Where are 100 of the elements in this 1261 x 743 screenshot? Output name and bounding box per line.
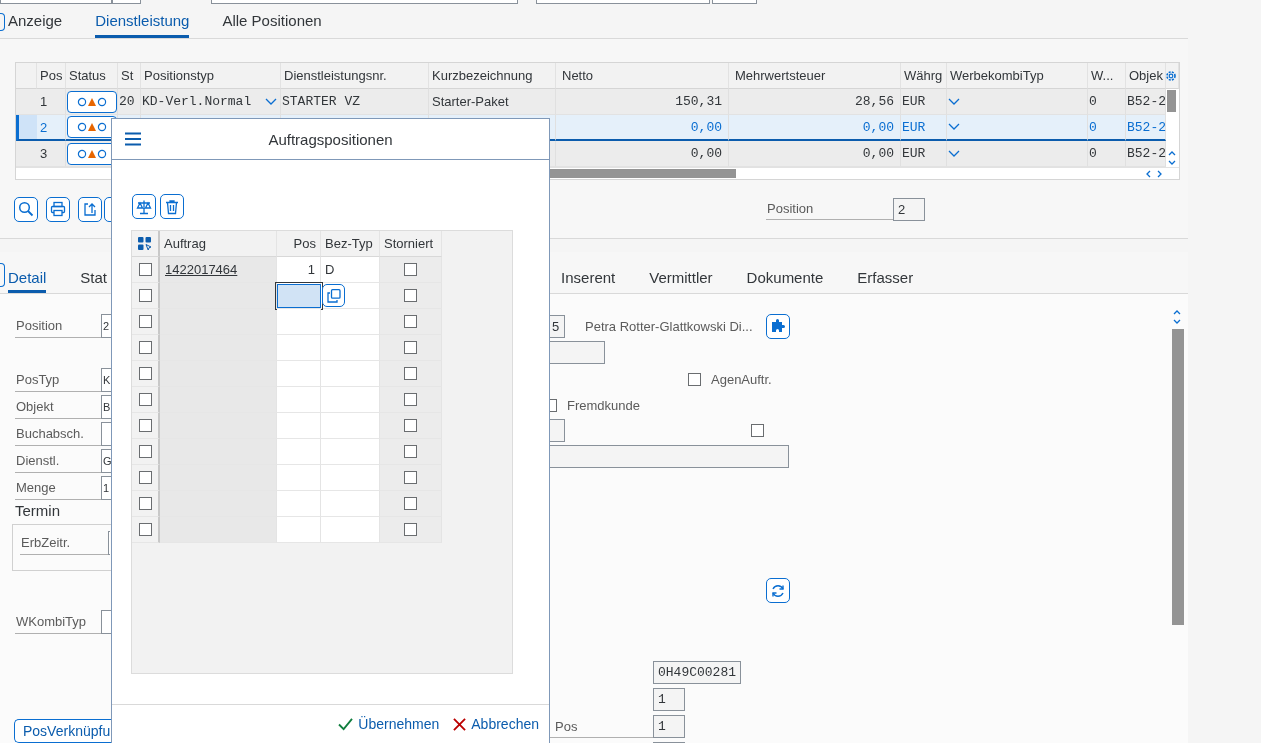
row-checkbox[interactable] [138, 445, 152, 458]
row-checkbox[interactable] [138, 523, 152, 536]
row-checkbox[interactable] [138, 367, 152, 380]
column-header[interactable]: Währg [901, 63, 947, 89]
vertical-scrollbar[interactable] [1166, 89, 1179, 167]
export-button[interactable] [78, 196, 102, 222]
pos-field[interactable]: 1 [653, 715, 685, 738]
column-header[interactable]: Netto [556, 63, 729, 89]
column-header[interactable]: Objek [1126, 63, 1166, 89]
tab[interactable]: Vermittler [649, 264, 713, 293]
checkbox[interactable] [404, 315, 417, 328]
export-icon [82, 201, 98, 217]
refresh-button[interactable] [766, 578, 790, 603]
row-checkbox[interactable] [138, 393, 152, 406]
settings-icon[interactable] [1165, 69, 1177, 82]
dropdown-chevron-icon[interactable] [265, 97, 277, 106]
dropdown-field[interactable] [947, 115, 1088, 141]
checkbox[interactable] [404, 289, 417, 302]
column-header[interactable]: Positionstyp [141, 63, 281, 89]
column-header[interactable]: Pos [277, 231, 321, 257]
tab[interactable]: Dokumente [746, 264, 824, 293]
row-checkbox[interactable] [138, 419, 152, 432]
checkbox[interactable] [688, 373, 701, 386]
checkbox[interactable] [404, 341, 417, 354]
input-field[interactable] [101, 610, 111, 634]
row-checkbox[interactable] [138, 315, 152, 328]
select-all-icon[interactable] [138, 236, 152, 251]
code-field[interactable]: 0H49C00281 [653, 661, 741, 684]
column-header[interactable]: Mehrwertsteuer [729, 63, 901, 89]
tab[interactable]: Anzeige [8, 6, 63, 38]
checkbox[interactable] [404, 393, 417, 406]
tab[interactable]: Stat [80, 264, 108, 293]
row-checkbox[interactable] [138, 471, 152, 484]
zoom-button[interactable] [14, 196, 38, 222]
checkbox[interactable] [751, 424, 764, 437]
menu-icon[interactable] [125, 132, 141, 146]
table-cell: 1 [37, 89, 66, 115]
column-header[interactable]: Auftrag [160, 231, 277, 257]
tab-scroll-button[interactable] [0, 13, 5, 31]
column-header[interactable]: Pos [37, 63, 66, 89]
input-field[interactable] [550, 445, 789, 468]
checkbox-label: AgenAuftr. [711, 372, 772, 387]
checkbox[interactable] [550, 399, 557, 412]
balance-button[interactable] [132, 194, 156, 219]
table-cell: 0 [1088, 115, 1126, 141]
accept-button[interactable]: Übernehmen [338, 716, 440, 732]
column-header[interactable]: St [118, 63, 141, 89]
copy-button[interactable] [322, 284, 345, 307]
scroll-thumb[interactable] [1172, 329, 1184, 625]
puzzle-button[interactable] [766, 313, 790, 339]
checkbox[interactable] [404, 471, 417, 484]
column-header[interactable]: W... [1088, 63, 1126, 89]
row-checkbox[interactable] [138, 289, 152, 302]
column-header[interactable]: Kurzbezeichnung [429, 63, 556, 89]
dropdown-chevron-icon[interactable] [948, 97, 960, 106]
inserent-number-field[interactable]: 5 [550, 314, 565, 338]
input-field[interactable] [101, 422, 111, 446]
checkbox[interactable] [404, 263, 417, 276]
dropdown-chevron-icon[interactable] [948, 149, 960, 158]
table-cell: 20 [118, 89, 141, 115]
column-header[interactable]: Status [66, 63, 118, 89]
dropdown-chevron-icon[interactable] [948, 123, 960, 131]
refresh-icon [770, 582, 786, 599]
checkbox[interactable] [404, 445, 417, 458]
column-header[interactable]: Dienstleistungsnr. [281, 63, 429, 89]
cancel-button[interactable]: Abbrechen [453, 716, 539, 732]
print-button[interactable] [46, 196, 70, 222]
checkbox[interactable] [404, 367, 417, 380]
column-header[interactable]: Bez-Typ [321, 231, 380, 257]
puzzle-icon [770, 318, 786, 334]
tab[interactable]: Alle Positionen [222, 6, 322, 38]
row-checkbox[interactable] [138, 263, 152, 276]
tab[interactable]: Inserent [561, 264, 616, 293]
column-header[interactable]: WerbekombiTyp [947, 63, 1088, 89]
input-field[interactable] [550, 341, 605, 364]
dropdown-field[interactable] [947, 89, 1088, 115]
tab[interactable]: Erfasser [857, 264, 914, 293]
order-link[interactable]: 1422017464 [165, 262, 238, 277]
dropdown-field[interactable] [947, 141, 1088, 167]
row-selector[interactable] [16, 115, 37, 141]
checkbox[interactable] [404, 523, 417, 536]
position-field[interactable]: 2 [893, 197, 925, 221]
row-checkbox[interactable] [138, 341, 152, 354]
checkbox[interactable] [404, 497, 417, 510]
count-field[interactable]: 1 [653, 688, 685, 711]
table-cell: 0 [1088, 89, 1126, 115]
table-cell: 0,00 [556, 141, 729, 167]
table-cell: EUR [901, 115, 947, 141]
input-field[interactable] [550, 419, 565, 442]
input-field[interactable] [277, 284, 321, 308]
dropdown-field[interactable]: KD-Verl.Normal [141, 89, 281, 115]
column-header[interactable]: Storniert [380, 231, 442, 257]
row-checkbox[interactable] [138, 497, 152, 510]
delete-button[interactable] [160, 194, 184, 219]
table-cell: 2 [37, 115, 66, 141]
scroll-thumb[interactable] [1167, 90, 1176, 112]
close-icon [453, 717, 467, 731]
input-field[interactable]: 1 [101, 476, 111, 500]
checkbox[interactable] [404, 419, 417, 432]
tab-scroll-button[interactable] [0, 263, 5, 287]
